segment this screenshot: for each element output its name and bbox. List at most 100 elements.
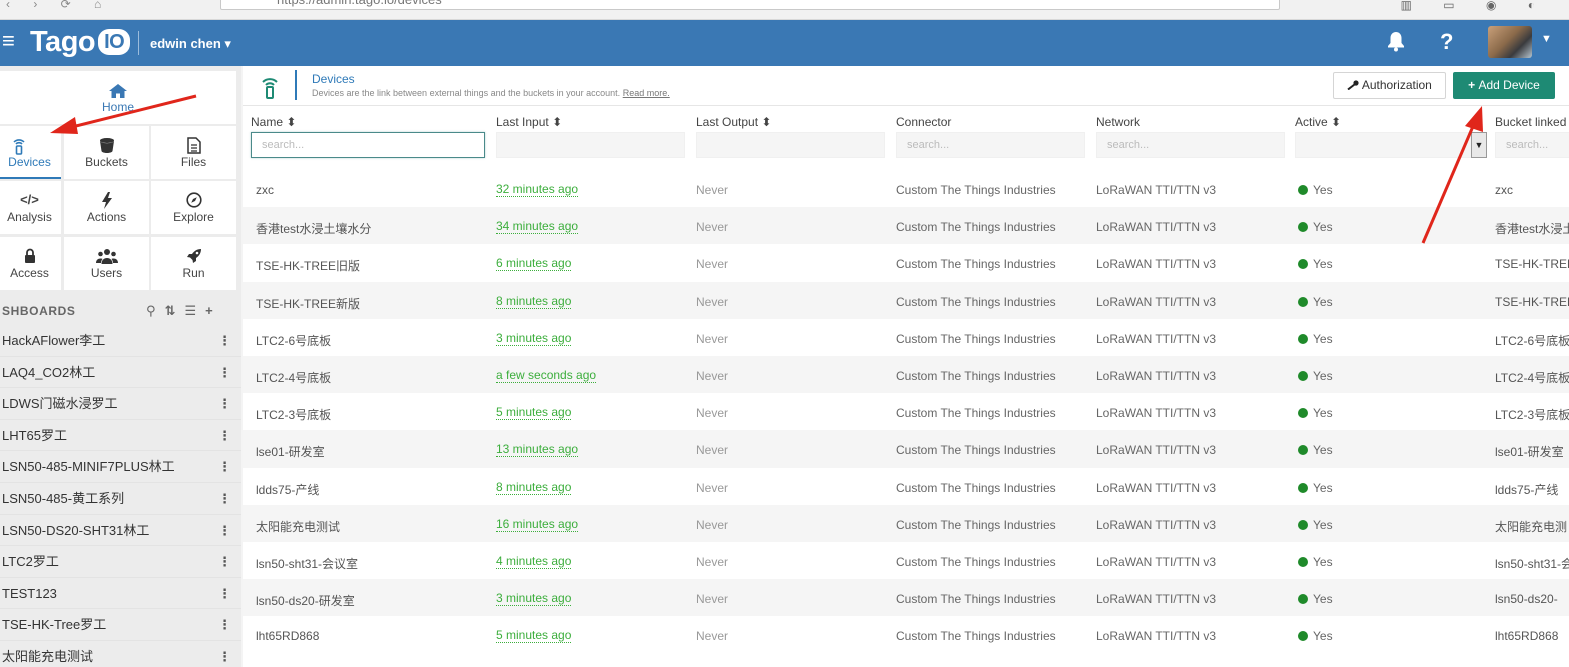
list-item[interactable]: LSN50-485-黄工系列 ⋮ [0, 483, 241, 515]
chevron-down-icon[interactable]: ▼ [1541, 33, 1552, 45]
table-row[interactable]: LTC2-3号底板 5 minutes ago Never Custom The Th… [243, 393, 1569, 431]
device-name: 香港test水浸土壤水分 [256, 222, 372, 237]
search-icon[interactable]: ⚲ [146, 303, 165, 318]
bell-icon[interactable] [1386, 30, 1406, 55]
read-more-link[interactable]: Read more. [623, 88, 670, 98]
table-row[interactable]: lsn50-sht31-会议室 4 minutes ago Never Custom … [243, 541, 1569, 580]
table-row[interactable]: TSE-HK-TREE新版 8 minutes ago Never Custom Th… [243, 281, 1569, 319]
bucket-link[interactable]: lsn50-sht31-会 [1495, 555, 1569, 572]
bucket-link[interactable]: TSE-HK-TREE [1495, 257, 1569, 271]
sidebar-item-users[interactable]: Users [64, 237, 149, 290]
list-item[interactable]: LHT65罗工 ⋮ [0, 420, 241, 452]
bucket-search-input[interactable]: search... [1495, 132, 1569, 158]
table-row[interactable]: TSE-HK-TREE旧版 6 minutes ago Never Custom Th… [243, 244, 1569, 282]
list-item[interactable]: 太阳能充电测试 ⋮ [0, 641, 241, 667]
list-item[interactable]: LSN50-485-MINIF7PLUS林工 ⋮ [0, 451, 241, 483]
last-input-filter[interactable] [496, 132, 685, 158]
address-bar[interactable]: https://admin.tago.io/devices [220, 0, 1280, 10]
sidebar-item-access[interactable]: Access [0, 237, 61, 290]
list-item[interactable]: LTC2罗工 ⋮ [0, 546, 241, 578]
table-row[interactable]: zxc 32 minutes ago Never Custom The Things … [243, 170, 1569, 208]
column-header-active[interactable]: Active ⬍ [1295, 115, 1341, 129]
bucket-link[interactable]: LTC2-3号底板 [1495, 406, 1569, 423]
table-row[interactable]: ldds75-产线 8 minutes ago Never Custom The Th… [243, 467, 1569, 505]
active-filter-select[interactable] [1295, 132, 1487, 158]
more-vertical-icon[interactable]: ⋮ [218, 641, 231, 667]
bucket-link[interactable]: LTC2-6号底板 [1495, 332, 1569, 349]
bucket-link[interactable]: 香港test水浸土 [1495, 220, 1569, 237]
bucket-link[interactable]: zxc [1495, 183, 1513, 197]
sidebar-item-actions[interactable]: Actions [64, 181, 149, 234]
avatar[interactable] [1488, 26, 1532, 58]
list-item[interactable]: HackAFlower李工 ⋮ [0, 325, 241, 357]
column-header-last-input[interactable]: Last Input ⬍ [496, 115, 562, 129]
more-vertical-icon[interactable]: ⋮ [218, 388, 231, 419]
more-vertical-icon[interactable]: ⋮ [218, 483, 231, 514]
bucket-link[interactable]: TSE-HK-TREE [1495, 295, 1569, 309]
list-item[interactable]: TEST123 ⋮ [0, 578, 241, 610]
device-name: ldds75-产线 [256, 482, 320, 497]
table-row[interactable]: lse01-研发室 13 minutes ago Never Custom The T… [243, 430, 1569, 468]
sidebar-item-explore[interactable]: Explore [151, 181, 236, 234]
column-header-name[interactable]: Name ⬍ [251, 115, 296, 129]
browser-nav-icons[interactable]: ‹ › ⟳ ⌂ [6, 0, 111, 11]
table-row[interactable]: lsn50-ds20-研发室 3 minutes ago Never Custom T… [243, 579, 1569, 617]
name-search-input[interactable]: search... [251, 132, 485, 158]
last-output-value: Never [696, 443, 729, 458]
list-item[interactable]: LDWS门磁水浸罗工 ⋮ [0, 388, 241, 420]
table-row[interactable]: 香港test水浸土壤水分 34 minutes ago Never Custom Th… [243, 207, 1569, 245]
table-row[interactable]: 太阳能充电测试 16 minutes ago Never Custom The Thi… [243, 504, 1569, 542]
device-icon [0, 137, 61, 155]
bucket-link[interactable]: lsn50-ds20- [1495, 592, 1558, 606]
list-item[interactable]: LAQ4_CO2林工 ⋮ [0, 357, 241, 389]
active-status: Yes [1298, 257, 1333, 271]
more-vertical-icon[interactable]: ⋮ [218, 325, 231, 356]
home-icon [109, 84, 127, 101]
connector-value: Custom The Things Industries [896, 406, 1056, 421]
chevron-down-icon[interactable]: ▼ [1471, 132, 1487, 158]
list-item[interactable]: TSE-HK-Tree罗工 ⋮ [0, 609, 241, 641]
network-value: LoRaWAN TTI/TTN v3 [1096, 629, 1217, 644]
list-icon[interactable]: ☰ [184, 303, 205, 318]
table-row[interactable]: lht65RD868 5 minutes ago Never Custom The T… [243, 616, 1569, 654]
list-item[interactable]: LSN50-DS20-SHT31林工 ⋮ [0, 515, 241, 547]
sidebar-item-home[interactable]: Home [0, 71, 236, 124]
more-vertical-icon[interactable]: ⋮ [218, 578, 231, 609]
more-vertical-icon[interactable]: ⋮ [218, 515, 231, 546]
account-switcher[interactable]: edwin chen ▾ [150, 36, 231, 52]
sidebar-item-run[interactable]: Run [151, 237, 236, 290]
sidebar-item-label: Buckets [85, 155, 128, 169]
last-output-filter[interactable] [696, 132, 885, 158]
authorization-button[interactable]: Authorization [1333, 72, 1446, 99]
page-subtitle: Devices are the link between external th… [312, 88, 670, 98]
plus-icon[interactable]: + [205, 303, 222, 318]
bucket-link[interactable]: lse01-研发室 [1495, 443, 1564, 460]
more-vertical-icon[interactable]: ⋮ [218, 420, 231, 451]
add-device-button[interactable]: + Add Device [1453, 72, 1555, 99]
network-search-input[interactable]: search... [1096, 132, 1285, 158]
dashboard-name: LHT65罗工 [2, 427, 68, 443]
bucket-link[interactable]: LTC2-4号底板 [1495, 369, 1569, 386]
connector-search-input[interactable]: search... [896, 132, 1085, 158]
browser-extension-icons[interactable]: ▥ ▭ ◉ ◐ [1401, 0, 1549, 12]
more-vertical-icon[interactable]: ⋮ [218, 357, 231, 388]
active-status: Yes [1298, 369, 1333, 383]
help-icon[interactable]: ? [1440, 30, 1453, 54]
table-row[interactable]: LTC2-6号底板 3 minutes ago Never Custom The Th… [243, 318, 1569, 356]
last-input-value: 8 minutes ago [496, 479, 572, 495]
more-vertical-icon[interactable]: ⋮ [218, 451, 231, 482]
bucket-link[interactable]: ldds75-产线 [1495, 481, 1558, 498]
menu-icon[interactable]: ≡ [2, 30, 15, 52]
bucket-link[interactable]: lht65RD868 [1495, 629, 1558, 643]
sidebar-item-files[interactable]: Files [151, 126, 236, 179]
table-row[interactable]: LTC2-4号底板 a few seconds ago Never Custom Th… [243, 355, 1569, 394]
bucket-link[interactable]: 太阳能充电测 [1495, 518, 1567, 535]
logo[interactable]: Tago IO [30, 24, 131, 60]
more-vertical-icon[interactable]: ⋮ [218, 546, 231, 577]
sidebar-item-devices[interactable]: Devices [0, 126, 61, 179]
sidebar-item-analysis[interactable]: </> Analysis [0, 181, 61, 234]
sort-icon[interactable]: ⇅ [165, 303, 185, 318]
more-vertical-icon[interactable]: ⋮ [218, 609, 231, 640]
column-header-last-output[interactable]: Last Output ⬍ [696, 115, 771, 129]
sidebar-item-buckets[interactable]: Buckets [64, 126, 149, 179]
